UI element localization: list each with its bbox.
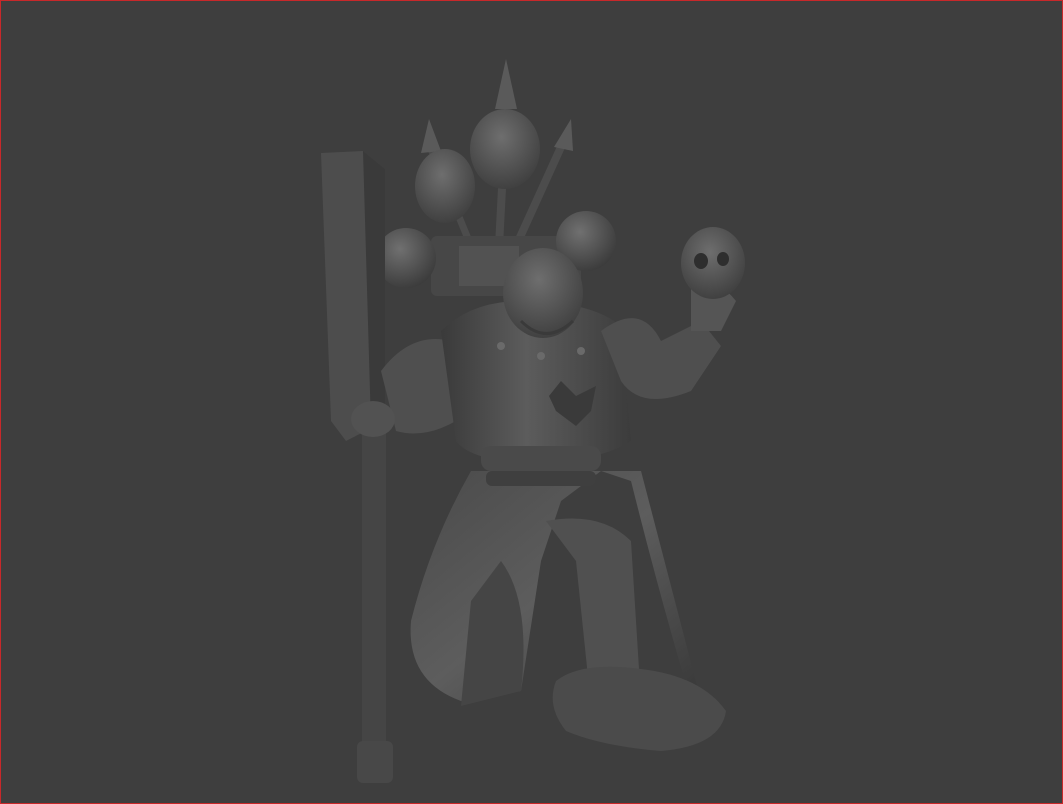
trophy-heads bbox=[415, 109, 540, 223]
3d-viewport[interactable] bbox=[0, 0, 1063, 804]
base-rock bbox=[552, 666, 726, 751]
robe bbox=[410, 471, 701, 701]
model-render[interactable] bbox=[1, 1, 1062, 803]
main-head bbox=[503, 248, 583, 338]
staff-weapon bbox=[321, 151, 393, 783]
skull-trophy bbox=[681, 227, 745, 299]
